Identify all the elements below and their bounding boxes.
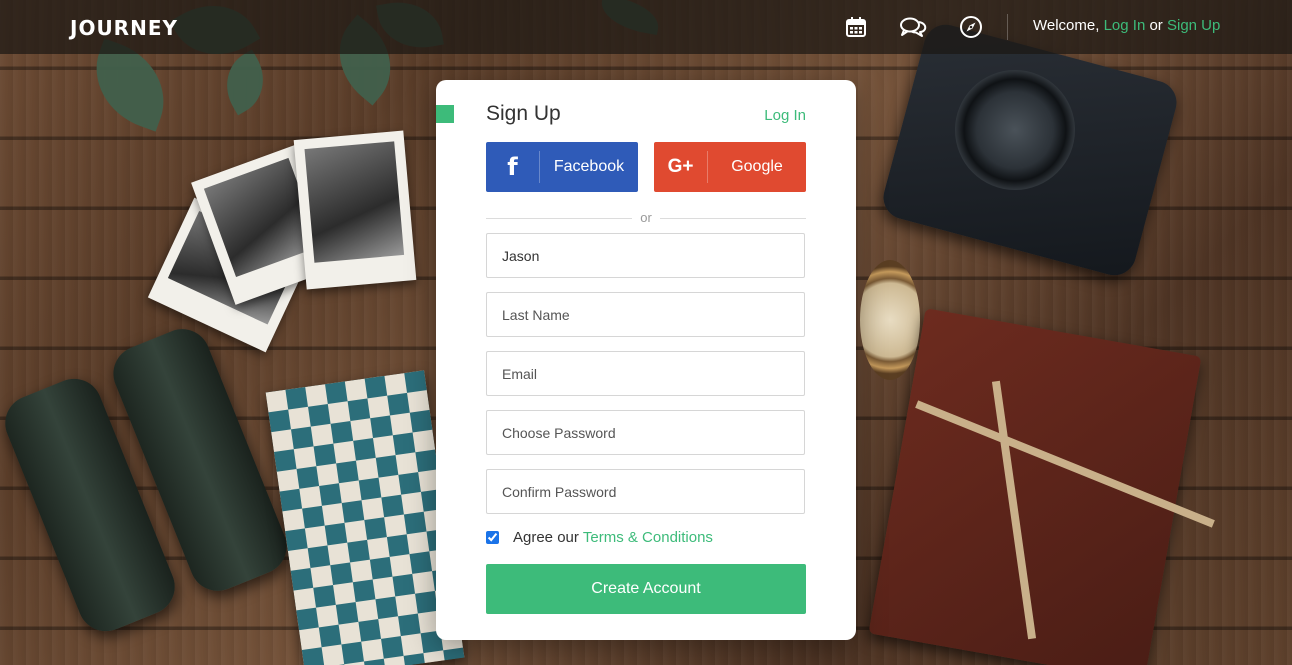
- create-account-button[interactable]: Create Account: [486, 564, 806, 614]
- password-input[interactable]: [486, 410, 805, 455]
- facebook-signup-button[interactable]: f Facebook: [486, 142, 638, 192]
- or-line-right: [660, 218, 806, 219]
- welcome-text: Welcome, Log In or Sign Up: [1033, 17, 1220, 34]
- google-signup-button[interactable]: G+ Google: [654, 142, 806, 192]
- terms-link[interactable]: Terms & Conditions: [583, 529, 713, 546]
- signup-card: Sign Up Log In f Facebook G+ Google or A…: [436, 80, 856, 640]
- last-name-input[interactable]: [486, 292, 805, 337]
- welcome-prefix: Welcome,: [1033, 17, 1104, 34]
- nav-login-link[interactable]: Log In: [1104, 17, 1146, 34]
- compass-icon[interactable]: [958, 14, 984, 40]
- brand-logo[interactable]: JOURNEY: [70, 16, 178, 40]
- google-plus-icon: G+: [654, 151, 708, 183]
- nav-divider: [1007, 14, 1008, 40]
- facebook-button-label: Facebook: [553, 158, 625, 175]
- terms-agreement: Agree our Terms & Conditions: [486, 527, 713, 547]
- first-name-input[interactable]: [486, 233, 805, 278]
- top-navbar: JOURNEY Welcome, Log In or Sign Up: [0, 0, 1292, 54]
- google-button-label: Google: [731, 158, 783, 175]
- card-title: Sign Up: [486, 102, 561, 125]
- terms-checkbox[interactable]: [486, 530, 499, 544]
- or-divider: or: [486, 210, 806, 225]
- agree-label: Agree our: [513, 528, 579, 546]
- chat-icon[interactable]: [899, 14, 927, 40]
- email-input[interactable]: [486, 351, 805, 396]
- card-login-link[interactable]: Log In: [764, 107, 806, 124]
- welcome-or: or: [1145, 17, 1167, 34]
- card-accent-bar: [436, 105, 454, 123]
- calendar-icon[interactable]: [843, 14, 869, 40]
- facebook-icon: f: [486, 151, 540, 183]
- confirm-password-input[interactable]: [486, 469, 805, 514]
- nav-signup-link[interactable]: Sign Up: [1167, 17, 1220, 34]
